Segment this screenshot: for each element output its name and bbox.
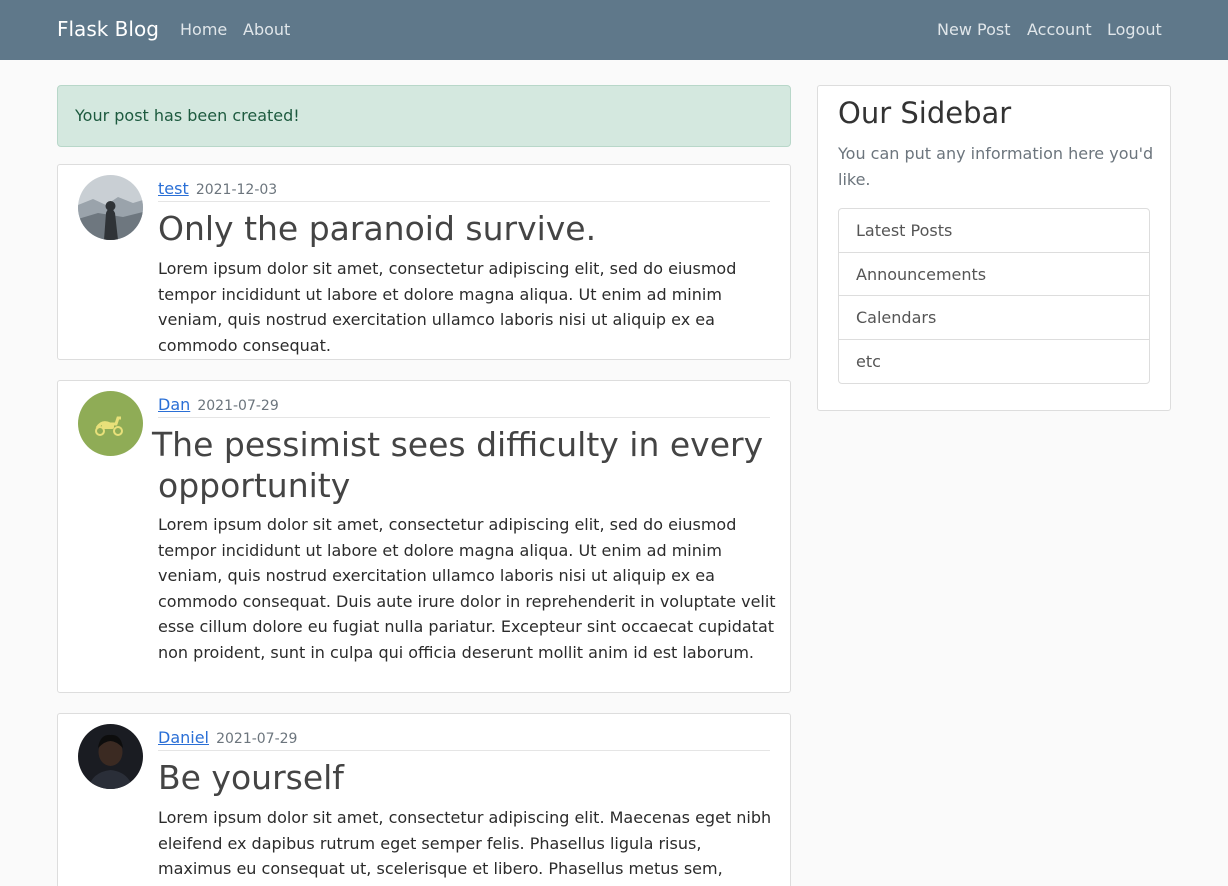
nav-logout-link[interactable]: Logout [1107,20,1162,39]
sidebar-title: Our Sidebar [838,96,1012,130]
post-title-link[interactable]: Only the paranoid survive. [158,208,778,249]
author-avatar[interactable] [78,724,143,789]
post-card: Dan 2021-07-29 The pessimist sees diffic… [57,380,791,693]
author-link[interactable]: Dan [158,395,190,414]
post-content: Lorem ipsum dolor sit amet, consectetur … [158,808,772,886]
post-meta: Dan 2021-07-29 [158,395,770,418]
post-date: 2021-12-03 [195,182,278,198]
sidebar-item-announcements[interactable]: Announcements [839,253,1149,296]
post-title-link[interactable]: The pessimist sees difficulty in every o… [152,424,778,506]
sidebar-item-latest-posts[interactable]: Latest Posts [839,209,1149,253]
nav-about-link[interactable]: About [243,20,290,39]
author-link[interactable]: Daniel [158,728,209,747]
post-content: Lorem ipsum dolor sit amet, consectetur … [158,259,737,355]
post-date: 2021-07-29 [197,398,279,414]
sidebar-item-calendars[interactable]: Calendars [839,296,1149,340]
author-link[interactable]: test [158,179,189,198]
post-meta: test 2021-12-03 [158,179,770,202]
sidebar: Our Sidebar You can put any information … [817,85,1171,411]
brand-link[interactable]: Flask Blog [57,17,159,41]
post-card: test 2021-12-03 Only the paranoid surviv… [57,164,791,360]
post-card: Daniel 2021-07-29 Be yourself Lorem ipsu… [57,713,791,886]
nav-account-link[interactable]: Account [1027,20,1092,39]
post-title-link[interactable]: Be yourself [158,757,778,798]
success-alert: Your post has been created! [57,85,791,147]
sidebar-item-etc[interactable]: etc [839,340,1149,384]
nav-home-link[interactable]: Home [180,20,227,39]
sidebar-list: Latest Posts Announcements Calendars etc [838,208,1150,384]
post-date: 2021-07-29 [216,731,298,747]
top-navbar: Flask Blog Home About New Post Account L… [0,0,1228,60]
sidebar-description: You can put any information here you'd l… [838,144,1154,189]
author-avatar[interactable] [78,175,143,240]
nav-new-post-link[interactable]: New Post [937,20,1010,39]
post-meta: Daniel 2021-07-29 [158,728,770,751]
author-avatar[interactable] [78,391,143,456]
post-content: Lorem ipsum dolor sit amet, consectetur … [158,515,776,662]
